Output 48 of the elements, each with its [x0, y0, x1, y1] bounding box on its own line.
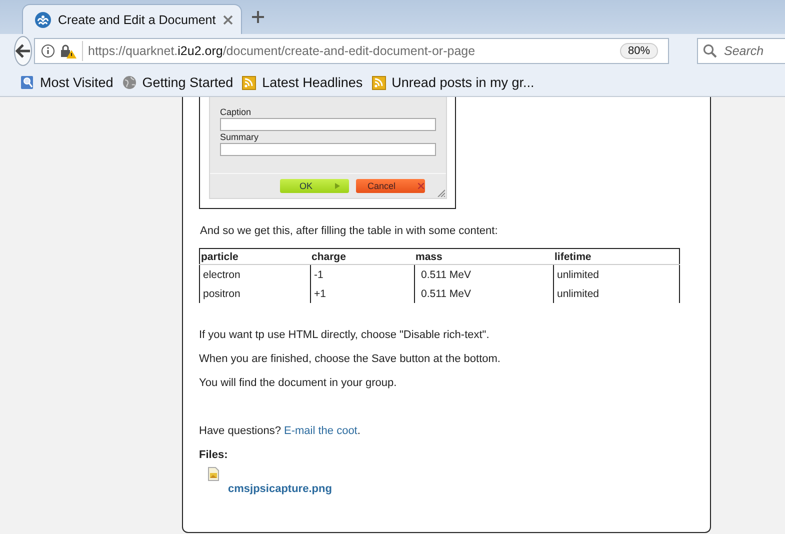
- column-header: charge: [310, 248, 414, 264]
- files-heading: Files:: [199, 449, 229, 462]
- column-header: particle: [200, 248, 310, 264]
- table-cell: unlimited: [554, 264, 680, 284]
- info-icon[interactable]: [41, 44, 55, 58]
- new-tab-icon[interactable]: [252, 11, 264, 23]
- field-label: Summary: [220, 132, 260, 143]
- table-cell: unlimited: [554, 284, 680, 303]
- paragraph: And so we get this, after filling the table in with some content:: [200, 225, 499, 238]
- table-cell: positron: [200, 284, 310, 303]
- table-cell: 0.511 MeV: [414, 284, 554, 303]
- globe-icon: [122, 74, 138, 90]
- bookmark-item[interactable]: Getting Started: [122, 74, 234, 90]
- bookmark-item[interactable]: Latest Headlines: [242, 74, 363, 90]
- address-bar[interactable]: https://quarknet.i2u2.org/document/create-and-edit-document-or-page 80%: [34, 38, 669, 64]
- table-cell: electron: [200, 264, 310, 284]
- email-link[interactable]: E-mail the coot: [284, 425, 358, 437]
- close-icon: [418, 183, 424, 189]
- feed-icon: [372, 74, 387, 90]
- feed-icon: [242, 74, 258, 90]
- paragraph: Have questions? E-mail the coot.: [199, 425, 362, 438]
- table-cell: 0.511 MeV: [414, 264, 554, 284]
- field-label: Caption: [220, 107, 252, 118]
- cancel-button[interactable]: Cancel: [356, 179, 425, 193]
- browser-tab[interactable]: Create and Edit a Document: [22, 4, 242, 34]
- column-header: lifetime: [554, 248, 680, 264]
- insecure-lock-icon[interactable]: [60, 44, 77, 58]
- bookmark-item[interactable]: Most Visited: [20, 74, 114, 90]
- bookmark-search-icon: [20, 74, 35, 90]
- resize-grip-icon: [437, 189, 445, 197]
- search-icon: [703, 44, 717, 58]
- paragraph: If you want tp use HTML directly, choose "Disable rich-text".: [199, 329, 490, 342]
- zoom-badge[interactable]: 80%: [620, 43, 658, 59]
- url-text: https://quarknet.i2u2.org/document/create-and-edit-document-or-page: [88, 44, 476, 58]
- column-header: mass: [414, 248, 554, 264]
- table-cell: +1: [310, 284, 414, 303]
- paragraph: You will find the document in your group.: [199, 377, 398, 390]
- image-file-icon: [208, 467, 219, 481]
- back-button[interactable]: [14, 36, 32, 66]
- ok-button[interactable]: OK: [280, 179, 349, 193]
- bookmark-item[interactable]: Unread posts in my gr...: [372, 74, 534, 90]
- search-field[interactable]: Search: [697, 38, 785, 64]
- close-icon[interactable]: [222, 14, 233, 24]
- site-logo-icon: [35, 12, 51, 28]
- paragraph: When you are finished, choose the Save button at the bottom.: [199, 353, 502, 366]
- play-icon: [334, 183, 340, 189]
- table-cell: -1: [310, 264, 414, 284]
- file-link[interactable]: cmsjpsicapture.png: [228, 483, 710, 495]
